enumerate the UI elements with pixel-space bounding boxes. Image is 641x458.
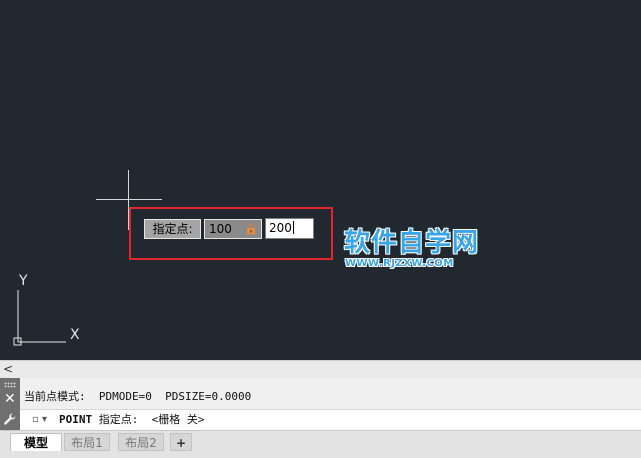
command-name: POINT (59, 413, 93, 426)
command-line-input[interactable]: ▫ ▾ POINT 指定点: <栅格 关> (20, 409, 641, 430)
layout-tabs-bar: 模型 布局1 布局2 + (0, 430, 641, 458)
add-layout-button[interactable]: + (170, 433, 192, 451)
horizontal-scrollbar[interactable]: < (0, 360, 641, 378)
ucs-y-label: Y (18, 273, 28, 289)
wrench-icon[interactable] (3, 412, 17, 426)
watermark-url: WWW.RJZXW.COM (345, 258, 454, 269)
ucs-axis-icon: Y X (13, 273, 80, 346)
command-window[interactable]: ✕ 当前点模式: PDMODE=0 PDSIZE=0.0000 ▫ ▾ POIN… (0, 378, 641, 430)
grip-dots-icon[interactable] (4, 382, 16, 388)
lock-icon[interactable] (246, 223, 256, 235)
watermark-logo: 软件自学网 WWW.RJZXW.COM (344, 228, 494, 274)
scroll-left-arrow[interactable]: < (3, 361, 15, 378)
close-icon[interactable]: ✕ (4, 392, 16, 406)
command-prompt-text: POINT 指定点: <栅格 关> (59, 413, 204, 427)
dynamic-input-prompt: 指定点: (144, 219, 201, 239)
command-history-line: 当前点模式: PDMODE=0 PDSIZE=0.0000 (24, 390, 252, 403)
drawing-canvas[interactable]: 指定点: 100 200 软件自学网 WWW.RJZXW.COM Y X (0, 0, 641, 360)
command-window-grip[interactable]: ✕ (0, 378, 20, 430)
tab-model[interactable]: 模型 (10, 433, 62, 451)
tab-layout2[interactable]: 布局2 (118, 433, 164, 451)
command-prompt: 指定点: <栅格 关> (92, 413, 205, 426)
crosshair-horizontal (96, 199, 162, 200)
watermark-title: 软件自学网 (344, 228, 480, 258)
recent-commands-dropdown[interactable]: ▫ ▾ (32, 413, 47, 427)
y-value-text: 200 (269, 221, 292, 235)
tab-layout1[interactable]: 布局1 (64, 433, 110, 451)
dynamic-input-y-field[interactable]: 200 (265, 218, 314, 239)
ucs-x-label: X (70, 327, 80, 343)
text-caret (292, 221, 294, 234)
